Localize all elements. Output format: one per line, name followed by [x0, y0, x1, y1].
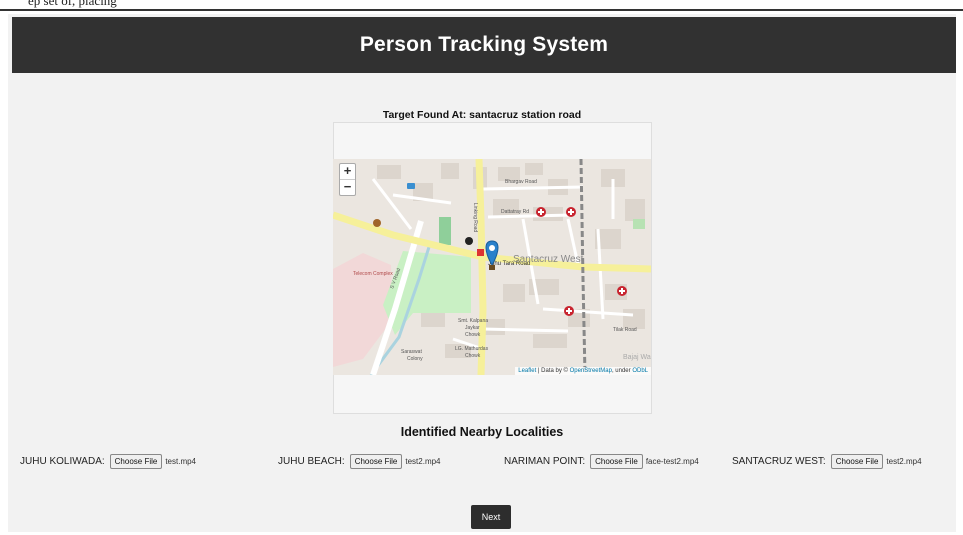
locality-juhu-koliwada: JUHU KOLIWADA: Choose File test.mp4: [20, 454, 196, 469]
chosen-file-name: test2.mp4: [405, 457, 441, 466]
map-tiles: Bhargav Road Dattatray Rd Linking Road J…: [333, 159, 651, 375]
map-attribution: Leaflet | Data by © OpenStreetMap, under…: [515, 367, 651, 375]
locality-nariman-point: NARIMAN POINT: Choose File face-test2.mp…: [504, 454, 699, 469]
map-label-tilak: Tilak Road: [613, 327, 637, 333]
locality-juhu-beach: JUHU BEACH: Choose File test2.mp4: [278, 454, 441, 469]
choose-file-button[interactable]: Choose File: [590, 454, 643, 469]
mosque-icon: [465, 237, 473, 245]
map-label-kalpana3: Chowk: [465, 332, 481, 338]
choose-file-button[interactable]: Choose File: [830, 454, 884, 469]
locality-label: JUHU KOLIWADA:: [20, 456, 105, 467]
map-label-colony2: Colony: [407, 356, 423, 362]
osm-link[interactable]: OpenStreetMap: [570, 368, 612, 374]
map-label-telecom: Telecom Complex: [353, 271, 393, 277]
map-label-kalpana1: Smt. Kalpana: [458, 318, 488, 324]
map-label-dattatray: Dattatray Rd: [501, 209, 529, 215]
bus-icon: [407, 183, 415, 189]
temple-icon: [373, 219, 381, 227]
map-label-bajaj: Bajaj Wa: [623, 354, 651, 361]
app-page: Person Tracking System Target Found At: …: [8, 14, 956, 532]
map-label-kalpana2: Jaykar: [465, 325, 480, 331]
top-fragment-text: ep set of, placing: [28, 0, 117, 8]
next-button[interactable]: Next: [471, 505, 511, 529]
choose-file-button[interactable]: Choose File: [109, 454, 163, 469]
map-view[interactable]: Bhargav Road Dattatray Rd Linking Road J…: [333, 159, 651, 375]
target-location-label: Target Found At: santacruz station road: [382, 109, 582, 121]
header-bar: Person Tracking System: [12, 17, 956, 73]
chosen-file-name: face-test2.mp4: [645, 457, 699, 466]
map-label-mathura2: Chowk: [465, 353, 481, 359]
map-label-santacruz: Santacruz West: [513, 254, 584, 265]
locality-label: NARIMAN POINT:: [504, 456, 586, 467]
leaflet-link[interactable]: Leaflet: [518, 368, 536, 374]
zoom-out-button[interactable]: −: [340, 179, 355, 195]
map-label-mathura1: LG. Mathurdas: [455, 346, 489, 352]
top-divider: [0, 9, 963, 11]
locality-santacruz-west: SANTACRUZ WEST: Choose File test2.mp4: [732, 454, 922, 469]
locality-label: SANTACRUZ WEST:: [732, 456, 826, 467]
chosen-file-name: test.mp4: [165, 457, 197, 466]
chosen-file-name: test2.mp4: [886, 457, 922, 466]
map-label-linking: Linking Road: [472, 203, 478, 232]
map-label-colony1: Saraswat: [401, 349, 422, 355]
attribution-mid: | Data by ©: [536, 368, 570, 374]
locality-label: JUHU BEACH:: [278, 456, 345, 467]
attribution-under: , under: [611, 368, 633, 374]
choose-file-button[interactable]: Choose File: [349, 454, 403, 469]
odbl-link[interactable]: ODbL: [632, 368, 648, 374]
station-icon: [477, 249, 484, 256]
map-label-bhargav: Bhargav Road: [505, 179, 537, 185]
nearby-localities-title: Identified Nearby Localities: [400, 425, 564, 439]
page-title: Person Tracking System: [359, 33, 609, 56]
zoom-control: + −: [339, 163, 356, 196]
zoom-in-button[interactable]: +: [340, 164, 355, 179]
